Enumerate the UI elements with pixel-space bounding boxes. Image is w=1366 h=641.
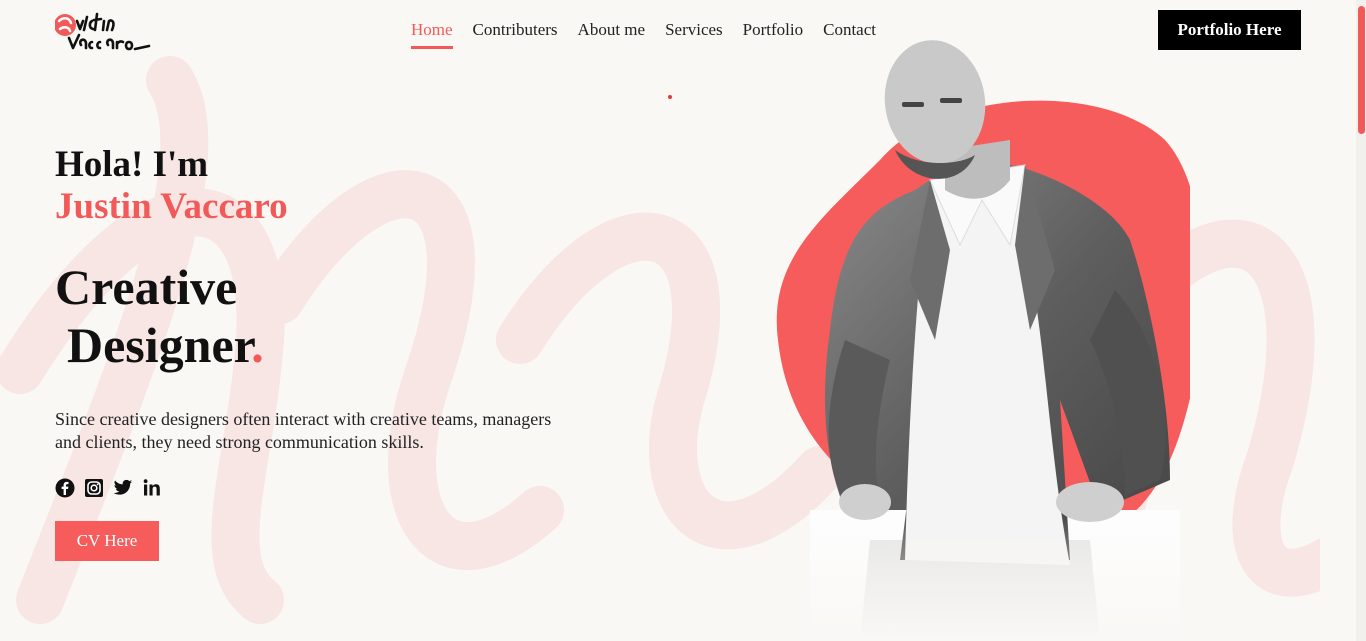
hero-role-line2-wrap: Designer. <box>55 316 575 374</box>
nav-contact[interactable]: Contact <box>823 20 876 49</box>
facebook-icon[interactable] <box>55 478 75 498</box>
main-nav: Home Contributers About me Services Port… <box>411 20 876 49</box>
nav-portfolio[interactable]: Portfolio <box>743 20 803 49</box>
hero-role-punct: . <box>251 317 264 373</box>
nav-contributers[interactable]: Contributers <box>473 20 558 49</box>
scrollbar-thumb[interactable] <box>1358 6 1365 134</box>
hero-role: Creative Designer. <box>55 258 575 374</box>
hero-portrait <box>770 40 1190 641</box>
linkedin-icon[interactable] <box>142 478 162 498</box>
page-scrollbar[interactable] <box>1356 0 1366 641</box>
cv-button[interactable]: CV Here <box>55 521 159 561</box>
hero-section: Hola! I'm Justin Vaccaro Creative Design… <box>55 144 575 561</box>
nav-home[interactable]: Home <box>411 20 453 49</box>
decorative-dot <box>668 95 672 99</box>
hero-name: Justin Vaccaro <box>55 186 288 227</box>
nav-services[interactable]: Services <box>665 20 723 49</box>
hero-greeting: Hola! I'm <box>55 144 209 185</box>
social-links <box>55 478 575 498</box>
hero-description: Since creative designers often interact … <box>55 409 552 452</box>
nav-about-me[interactable]: About me <box>578 20 646 49</box>
twitter-icon[interactable] <box>113 478 133 498</box>
hero-role-line1: Creative <box>55 259 238 315</box>
hero-role-line2: Designer <box>67 317 252 373</box>
brand-logo[interactable] <box>55 5 155 53</box>
instagram-icon[interactable] <box>84 478 104 498</box>
portfolio-button[interactable]: Portfolio Here <box>1158 10 1301 50</box>
